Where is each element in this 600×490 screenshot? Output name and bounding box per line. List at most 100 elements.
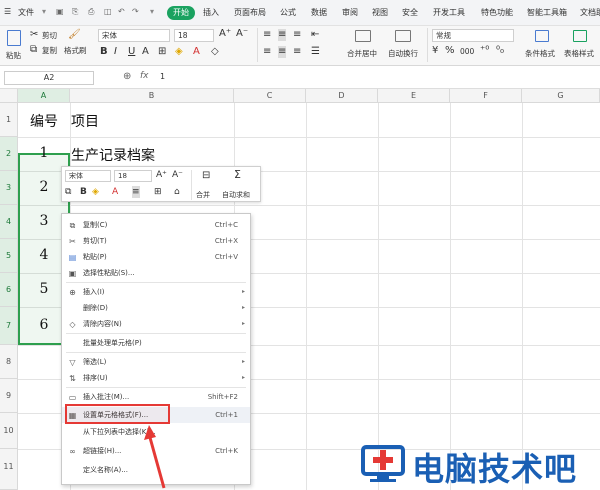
- column-header-f[interactable]: F: [450, 89, 522, 103]
- tab-smart-tools[interactable]: 智能工具箱: [527, 7, 567, 18]
- align-bottom-icon[interactable]: ≡: [293, 29, 301, 41]
- percent-button[interactable]: %: [445, 45, 455, 57]
- menu-icon[interactable]: ☰: [4, 7, 11, 16]
- chevron-down-icon[interactable]: ▾: [42, 7, 46, 16]
- row-header-9[interactable]: 9: [0, 379, 18, 413]
- undo-icon[interactable]: ↶: [118, 7, 125, 16]
- border-icon[interactable]: ⊞: [158, 46, 166, 58]
- format-painter-icon[interactable]: 🖌: [68, 29, 81, 41]
- align-left-icon[interactable]: ≡: [263, 46, 271, 58]
- menu-item-cut[interactable]: ✂ 剪切(T) Ctrl+X: [62, 233, 250, 249]
- zoom-icon[interactable]: ⊕: [123, 71, 131, 82]
- row-header-11[interactable]: 11: [0, 449, 18, 490]
- save-icon[interactable]: ▣: [56, 7, 64, 16]
- column-header-a[interactable]: A: [18, 89, 70, 103]
- mini-font-select[interactable]: 宋体: [65, 170, 111, 182]
- sum-icon[interactable]: Σ: [234, 169, 241, 181]
- cell-a1[interactable]: 编号: [18, 111, 70, 131]
- wrap-text-icon[interactable]: [395, 30, 411, 42]
- menu-item-insert-comment[interactable]: ▭ 插入批注(M)... Shift+F2: [62, 389, 250, 405]
- scissors-icon[interactable]: ✂: [30, 29, 38, 41]
- export-icon[interactable]: ⎘: [72, 7, 78, 17]
- clear-icon[interactable]: ⌂: [174, 186, 180, 198]
- tab-data[interactable]: 数据: [311, 7, 327, 18]
- align-center-icon[interactable]: ≡: [132, 186, 140, 198]
- menu-item-paste-special[interactable]: ▣ 选择性粘贴(S)...: [62, 265, 250, 281]
- font-color-icon[interactable]: A: [193, 46, 200, 58]
- format-painter-button[interactable]: 格式刷: [64, 45, 87, 56]
- table-style-icon[interactable]: [573, 30, 587, 42]
- distribute-icon[interactable]: ☰: [311, 46, 320, 58]
- row-header-5[interactable]: 5: [0, 239, 18, 273]
- tab-view[interactable]: 视图: [372, 7, 388, 18]
- tab-insert[interactable]: 插入: [203, 7, 219, 18]
- fill-color-icon[interactable]: ◈: [175, 46, 183, 58]
- mini-bold-button[interactable]: B: [80, 186, 87, 198]
- menu-item-copy[interactable]: ⧉ 复制(C) Ctrl+C: [62, 217, 250, 233]
- table-style-button[interactable]: 表格样式: [564, 48, 594, 59]
- font-grow-icon[interactable]: A⁺: [156, 169, 167, 181]
- align-top-icon[interactable]: ≡: [263, 29, 271, 41]
- formula-input[interactable]: 1: [160, 72, 165, 81]
- currency-icon[interactable]: ¥: [432, 45, 438, 57]
- mini-merge-button[interactable]: 合并: [196, 190, 210, 200]
- column-header-b[interactable]: B: [70, 89, 234, 103]
- tab-review[interactable]: 审阅: [342, 7, 358, 18]
- format-painter-icon[interactable]: ⧉: [65, 186, 71, 198]
- row-header-6[interactable]: 6: [0, 273, 18, 307]
- decrease-decimal-icon[interactable]: ⁰₀: [496, 45, 504, 57]
- chevron-down-icon[interactable]: ▾: [150, 7, 154, 16]
- tab-home[interactable]: 开始: [167, 6, 195, 20]
- italic-button[interactable]: I: [114, 46, 117, 58]
- merge-center-button[interactable]: 合并居中: [347, 48, 377, 59]
- mini-autosum-button[interactable]: 自动求和: [222, 190, 250, 200]
- fill-color-icon[interactable]: ◈: [92, 186, 99, 198]
- cell-a2[interactable]: 1: [18, 145, 70, 161]
- underline-button[interactable]: U: [128, 46, 135, 58]
- menu-item-batch-process[interactable]: 批量处理单元格(P): [62, 335, 250, 351]
- row-header-4[interactable]: 4: [0, 205, 18, 239]
- tab-security[interactable]: 安全: [402, 7, 418, 18]
- font-shrink-icon[interactable]: A⁻: [236, 28, 248, 40]
- tab-developer[interactable]: 开发工具: [433, 7, 465, 18]
- column-header-d[interactable]: D: [306, 89, 378, 103]
- eraser-icon[interactable]: ◇: [211, 46, 219, 58]
- column-header-c[interactable]: C: [234, 89, 306, 103]
- conditional-format-icon[interactable]: [535, 30, 549, 42]
- merge-icon[interactable]: ⊟: [202, 170, 210, 182]
- menu-item-sort[interactable]: ⇅ 排序(U) ▸: [62, 370, 250, 386]
- align-center-icon[interactable]: ≡: [278, 46, 287, 58]
- print-icon[interactable]: ⎙: [88, 7, 94, 17]
- increase-decimal-icon[interactable]: ⁺⁰: [480, 45, 489, 57]
- thousands-button[interactable]: 000: [460, 47, 474, 56]
- menu-item-delete[interactable]: 删除(D) ▸: [62, 300, 250, 316]
- font-name-select[interactable]: 宋体: [98, 29, 170, 42]
- cell-b2[interactable]: 生产记录档案: [71, 145, 155, 165]
- paste-button[interactable]: 粘贴: [6, 50, 21, 61]
- menu-item-clear-contents[interactable]: ◇ 清除内容(N) ▸: [62, 316, 250, 332]
- menu-item-paste[interactable]: ▤ 粘贴(P) Ctrl+V: [62, 249, 250, 265]
- name-box[interactable]: A2: [4, 71, 94, 85]
- menu-file[interactable]: 文件: [18, 7, 34, 18]
- row-header-10[interactable]: 10: [0, 413, 18, 449]
- font-size-select[interactable]: 18: [174, 29, 214, 42]
- merge-icon[interactable]: [355, 30, 371, 42]
- font-shrink-icon[interactable]: A⁻: [172, 169, 183, 181]
- menu-item-insert[interactable]: ⊕ 插入(I) ▸: [62, 284, 250, 300]
- tab-features[interactable]: 特色功能: [481, 7, 513, 18]
- row-header-8[interactable]: 8: [0, 345, 18, 379]
- copy-button[interactable]: 复制: [42, 45, 57, 56]
- cut-button[interactable]: 剪切: [42, 30, 57, 41]
- border-icon[interactable]: ⊞: [154, 186, 162, 198]
- align-right-icon[interactable]: ≡: [293, 46, 301, 58]
- row-header-7[interactable]: 7: [0, 307, 18, 345]
- bold-button[interactable]: B: [100, 46, 108, 58]
- conditional-format-button[interactable]: 条件格式: [525, 48, 555, 59]
- column-header-e[interactable]: E: [378, 89, 450, 103]
- select-all-corner[interactable]: [0, 89, 18, 103]
- paste-icon[interactable]: [7, 30, 21, 46]
- font-grow-icon[interactable]: A⁺: [219, 28, 231, 40]
- column-header-g[interactable]: G: [522, 89, 600, 103]
- copy-icon[interactable]: ⧉: [30, 44, 37, 56]
- fx-icon[interactable]: fx: [140, 71, 149, 81]
